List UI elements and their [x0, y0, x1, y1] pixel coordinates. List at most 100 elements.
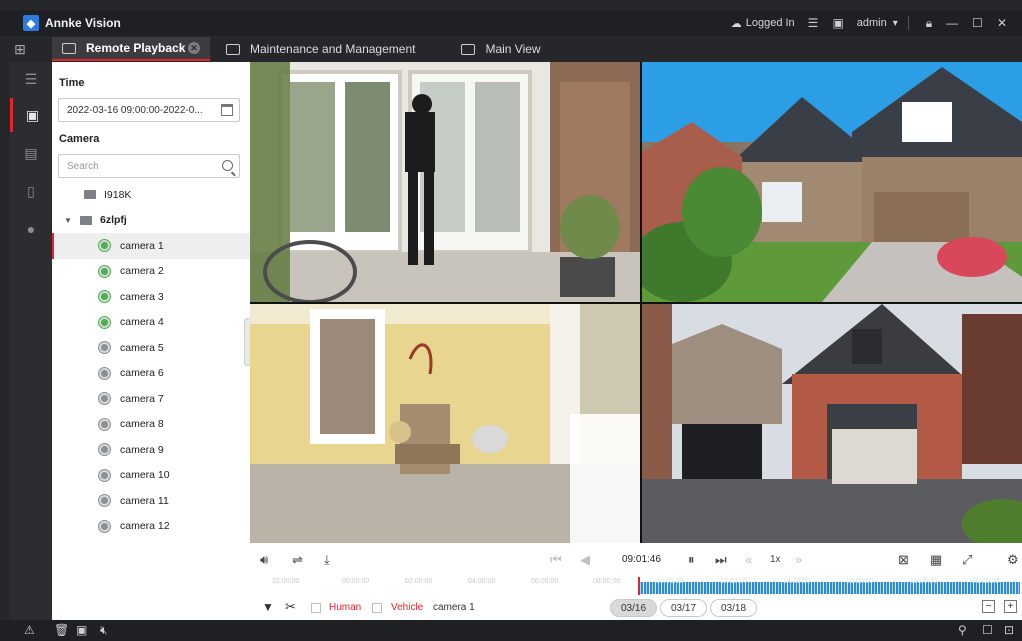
stop-all-icon[interactable]: ⊠	[898, 552, 909, 568]
video-tile-3[interactable]	[250, 304, 640, 543]
speed-up-icon[interactable]: »	[795, 552, 802, 567]
camera-item[interactable]: camera 8	[52, 412, 250, 438]
camera-item[interactable]: camera 4	[52, 310, 250, 336]
download-icon[interactable]: ⤓	[324, 552, 330, 568]
time-range-value: 2022-03-16 09:00:00-2022-0...	[67, 104, 203, 116]
date-pill-0318[interactable]: 03/18	[710, 599, 758, 617]
menu-icon[interactable]: ☰	[10, 62, 52, 96]
mute-icon[interactable]: 🔇︎	[100, 623, 108, 638]
camera-item[interactable]: camera 6	[52, 361, 250, 387]
alert-icon[interactable]: ⚠	[24, 623, 35, 637]
adjust-icon[interactable]: ⇌	[292, 552, 303, 568]
time-label: Time	[59, 77, 85, 89]
tab-bar: ⊞ Remote Playback ✕ Maintenance and Mana…	[0, 36, 1022, 62]
camera-item[interactable]: camera 5	[52, 335, 250, 361]
date-pill-0316[interactable]: 03/16	[610, 599, 658, 617]
volume-icon[interactable]: 🔊︎	[260, 552, 268, 568]
tab-remote-playback[interactable]: Remote Playback ✕	[52, 37, 210, 61]
camera-item[interactable]: camera 3	[52, 284, 250, 310]
module-grid-icon[interactable]: ⊞	[0, 36, 40, 62]
maintenance-tab-icon	[226, 43, 240, 55]
time-range-field[interactable]: 2022-03-16 09:00:00-2022-0...	[58, 98, 240, 122]
camera-icon	[99, 444, 110, 456]
nav-picture-icon[interactable]: ▤	[10, 136, 52, 170]
camera-item[interactable]: camera 9	[52, 437, 250, 463]
minimize-icon[interactable]: —	[946, 16, 958, 30]
app-logo-icon: ◆	[23, 15, 39, 31]
camera-icon	[99, 265, 110, 277]
skip-back-icon[interactable]: ⏮	[550, 552, 562, 568]
camera-name: camera 6	[120, 367, 164, 380]
user-menu-caret-icon[interactable]: ▾	[893, 18, 898, 29]
camera-item[interactable]: camera 2	[52, 259, 250, 285]
close-icon[interactable]: ✕	[997, 16, 1007, 30]
step-back-icon[interactable]: ◀	[580, 552, 590, 568]
trash-icon[interactable]: 🗑︎	[54, 623, 69, 637]
fullscreen-icon[interactable]: ⤢	[962, 552, 972, 568]
nav-event-icon[interactable]: ●	[10, 212, 52, 246]
vehicle-checkbox[interactable]	[372, 603, 382, 613]
tree-group[interactable]: ▼ 6zlpfj	[52, 208, 250, 234]
tree-group[interactable]: I918K	[52, 182, 250, 208]
camera-item[interactable]: camera 10	[52, 463, 250, 489]
human-checkbox[interactable]	[311, 603, 321, 613]
step-forward-icon[interactable]: ⏭	[715, 552, 727, 568]
image-icon[interactable]: ▣	[76, 623, 87, 637]
maximize-icon[interactable]: ☐	[972, 16, 983, 30]
camera-name: camera 7	[120, 392, 164, 405]
filter-icon[interactable]: ▼	[262, 600, 274, 614]
user-name[interactable]: admin	[857, 17, 887, 29]
zoom-out-icon[interactable]: −	[982, 600, 995, 613]
nav-device-icon[interactable]: ▯	[10, 174, 52, 208]
nav-playback-icon[interactable]: ▣	[10, 98, 52, 132]
timeline-tick: 02:00:00	[405, 578, 433, 585]
timeline-tick: 16:00:00	[846, 578, 874, 585]
image-icon[interactable]: ▣	[832, 16, 843, 30]
camera-item[interactable]: camera 1	[52, 233, 250, 259]
calendar-icon[interactable]	[221, 104, 233, 116]
date-label: 03/18	[721, 602, 747, 614]
camera-item[interactable]: camera 11	[52, 488, 250, 514]
date-pill-0317[interactable]: 03/17	[660, 599, 708, 617]
close-tab-icon[interactable]: ✕	[188, 42, 200, 54]
pin-icon[interactable]: ⚲	[958, 623, 967, 637]
clip-icon[interactable]: ✂	[285, 599, 296, 615]
camera-item[interactable]: camera 7	[52, 386, 250, 412]
timeline-playhead[interactable]	[638, 577, 640, 595]
tab-main-view[interactable]: Main View	[451, 37, 550, 61]
expand-caret-icon[interactable]: ▼	[62, 216, 74, 225]
camera-name: camera 1	[120, 239, 164, 252]
camera-item[interactable]: camera 12	[52, 514, 250, 540]
recording-segments[interactable]	[638, 582, 1020, 594]
human-label: Human	[329, 602, 362, 613]
garage-scene	[642, 304, 1022, 543]
list-icon[interactable]: ☰	[808, 16, 819, 30]
camera-name: camera 8	[120, 418, 164, 431]
camera-name: camera 11	[120, 494, 169, 507]
search-icon[interactable]	[222, 160, 233, 171]
video-tile-4[interactable]	[642, 304, 1022, 543]
slow-down-icon[interactable]: «	[745, 552, 752, 567]
zoom-in-icon[interactable]: +	[1004, 600, 1017, 613]
timeline-tick: 20:00:00	[972, 578, 1000, 585]
video-tile-2[interactable]	[642, 62, 1022, 302]
camera-search-input[interactable]: Search	[58, 154, 240, 178]
tab-maintenance[interactable]: Maintenance and Management	[216, 37, 425, 61]
speed-label[interactable]: 1x	[770, 554, 781, 565]
pause-icon[interactable]: ⏸	[688, 552, 695, 568]
search-placeholder: Search	[67, 160, 99, 172]
timeline[interactable]: 22:00:00 00:00:00 02:00:00 04:00:00 06:0…	[250, 577, 1022, 595]
title-bar: ◆ Annke Vision ☁ Logged In ☰ ▣ admin ▾ 🔒…	[0, 10, 1022, 36]
folder-icon	[84, 190, 96, 200]
camera-name: camera 3	[120, 290, 164, 303]
settings-icon[interactable]: ⚙	[1007, 552, 1019, 568]
camera-icon	[99, 495, 110, 507]
left-nav: ☰ ▣ ▤ ▯ ●	[10, 62, 52, 620]
lock-icon[interactable]: 🔒︎	[926, 16, 932, 31]
video-tile-1[interactable]	[250, 62, 640, 302]
expand-icon[interactable]: ⊡	[1004, 623, 1014, 637]
login-status[interactable]: ☁ Logged In	[731, 17, 795, 30]
camera-icon	[99, 240, 110, 252]
layout-icon[interactable]: ▦	[930, 552, 942, 568]
window-icon[interactable]: ☐	[982, 623, 993, 637]
